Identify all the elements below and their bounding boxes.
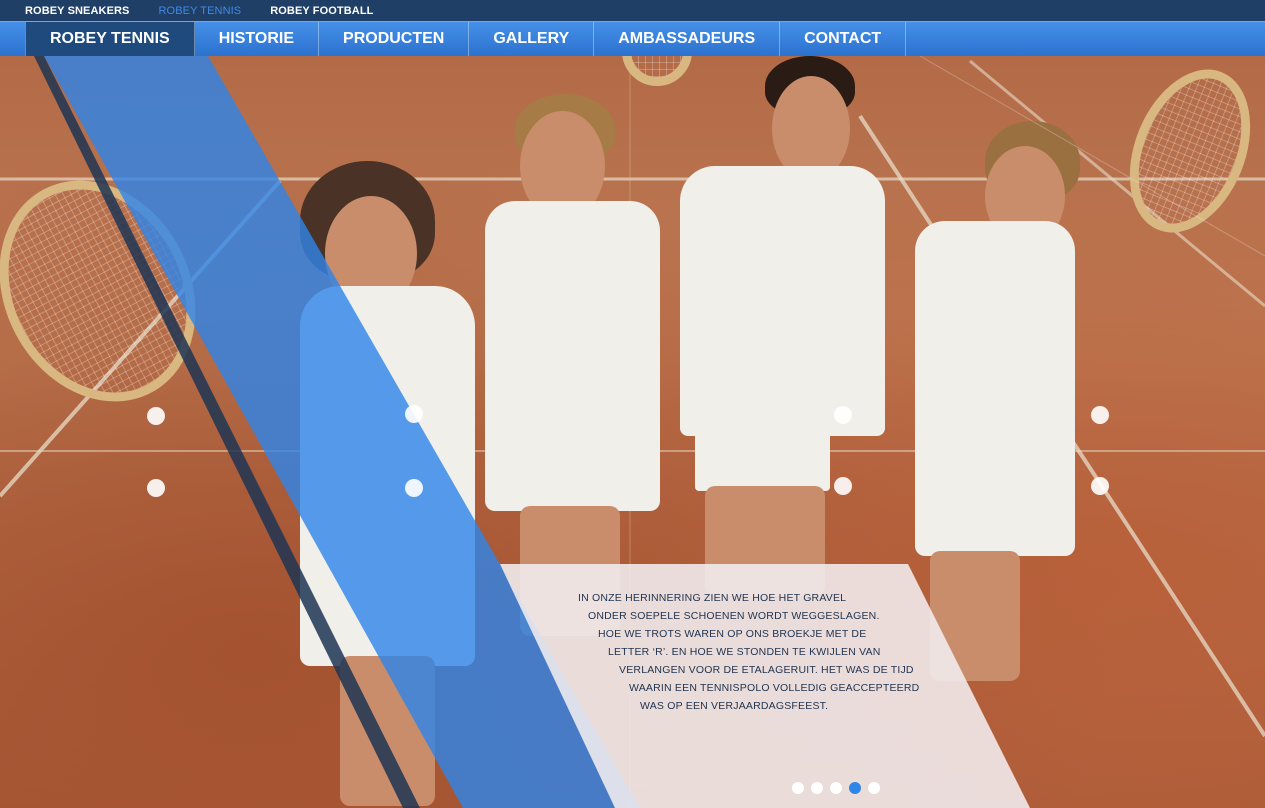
story-line: LETTER ‘R’. EN HOE WE STONDEN TE KWIJLEN… <box>608 646 881 658</box>
slider-dot-5[interactable] <box>868 782 880 794</box>
hotspot-marker[interactable] <box>405 405 423 423</box>
brand-link-tennis[interactable]: ROBEY TENNIS <box>159 5 242 17</box>
slider-dot-4[interactable] <box>849 782 861 794</box>
slider-dot-2[interactable] <box>811 782 823 794</box>
hotspot-marker[interactable] <box>1091 406 1109 424</box>
slider-pagination <box>792 782 880 794</box>
nav-item-gallery[interactable]: GALLERY <box>469 22 595 56</box>
story-line: WAARIN EEN TENNISPOLO VOLLEDIG GEACCEPTE… <box>629 682 920 694</box>
main-nav: ROBEY TENNIS HISTORIE PRODUCTEN GALLERY … <box>0 21 1265 56</box>
hotspot-marker[interactable] <box>834 406 852 424</box>
hotspot-marker[interactable] <box>147 479 165 497</box>
hotspot-marker[interactable] <box>147 407 165 425</box>
brand-link-football[interactable]: ROBEY FOOTBALL <box>270 5 373 17</box>
story-line: HOE WE TROTS WAREN OP ONS BROEKJE MET DE <box>598 628 867 640</box>
nav-item-ambassadeurs[interactable]: AMBASSADEURS <box>594 22 781 56</box>
hotspot-marker[interactable] <box>405 479 423 497</box>
brand-link-sneakers[interactable]: ROBEY SNEAKERS <box>25 5 130 17</box>
nav-item-producten[interactable]: PRODUCTEN <box>319 22 470 56</box>
hotspot-marker[interactable] <box>1091 477 1109 495</box>
nav-item-historie[interactable]: HISTORIE <box>195 22 320 56</box>
nav-item-robey-tennis[interactable]: ROBEY TENNIS <box>25 22 195 56</box>
story-line: ONDER SOEPELE SCHOENEN WORDT WEGGESLAGEN… <box>588 610 880 622</box>
story-text: IN ONZE HERINNERING ZIEN WE HOE HET GRAV… <box>560 589 940 715</box>
hotspot-marker[interactable] <box>834 477 852 495</box>
story-line: VERLANGEN VOOR DE ETALAGERUIT. HET WAS D… <box>619 664 914 676</box>
brand-bar: ROBEY SNEAKERS ROBEY TENNIS ROBEY FOOTBA… <box>0 0 1265 21</box>
nav-item-contact[interactable]: CONTACT <box>780 22 907 56</box>
story-line: WAS OP EEN VERJAARDAGSFEEST. <box>640 700 829 712</box>
hero-banner: IN ONZE HERINNERING ZIEN WE HOE HET GRAV… <box>0 56 1265 808</box>
story-line: IN ONZE HERINNERING ZIEN WE HOE HET GRAV… <box>578 592 847 604</box>
slider-dot-3[interactable] <box>830 782 842 794</box>
slider-dot-1[interactable] <box>792 782 804 794</box>
